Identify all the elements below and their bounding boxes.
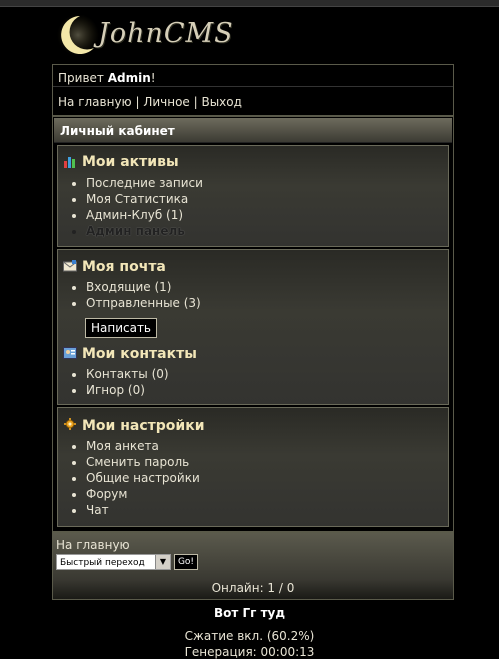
greeting: Привет Admin! xyxy=(58,71,156,85)
nav-exit-link[interactable]: Выход xyxy=(201,95,241,109)
greeting-panel: Привет Admin! На главную | Личное | Выхо… xyxy=(52,64,454,116)
settings-title: Мои настройки xyxy=(82,418,205,434)
nav-separator: | xyxy=(131,95,144,109)
cabinet-title: Личный кабинет xyxy=(60,124,175,138)
gear-icon xyxy=(64,418,76,430)
top-bar xyxy=(0,0,499,7)
logo-text: JohnCMS xyxy=(98,18,234,49)
username[interactable]: Admin xyxy=(108,71,151,85)
contacts-title: Мои контакты xyxy=(82,346,197,362)
moon-icon xyxy=(57,14,99,56)
settings-block: Мои настройки Моя анкета Сменить пароль … xyxy=(57,407,449,527)
go-button[interactable]: Go! xyxy=(174,554,198,570)
nav-personal-link[interactable]: Личное xyxy=(143,95,189,109)
mail-title: Моя почта xyxy=(82,259,166,275)
mail-block: Моя почта Входящие (1) Отправленные (3) … xyxy=(57,249,449,405)
contacts-icon xyxy=(63,347,77,359)
assets-item-adminclub[interactable]: Админ-Клуб (1) xyxy=(86,207,203,223)
compression-status: Сжатие вкл. (60.2%) xyxy=(184,629,315,643)
site-logo[interactable]: JohnCMS xyxy=(56,10,246,60)
contacts-item-contacts[interactable]: Контакты (0) xyxy=(86,366,169,382)
footer-panel: На главную Быстрый переход ▼ Go! Онлайн:… xyxy=(52,532,454,600)
top-nav: На главную | Личное | Выход xyxy=(58,95,242,109)
greeting-prefix: Привет xyxy=(58,71,108,85)
nav-home-link[interactable]: На главную xyxy=(58,95,132,109)
assets-item-adminpanel[interactable]: Админ панель xyxy=(86,223,203,239)
footer-home-link[interactable]: На главную xyxy=(56,538,130,552)
mail-list: Входящие (1) Отправленные (3) xyxy=(70,279,201,311)
quick-jump-select[interactable]: Быстрый переход ▼ xyxy=(56,554,171,570)
bar-chart-icon xyxy=(64,157,75,168)
contacts-item-ignore[interactable]: Игнор (0) xyxy=(86,382,169,398)
online-counter[interactable]: Онлайн: 1 / 0 xyxy=(53,581,453,595)
settings-item-forum[interactable]: Форум xyxy=(86,486,200,502)
greeting-suffix: ! xyxy=(150,71,156,85)
assets-title: Мои активы xyxy=(82,154,179,170)
assets-block: Мои активы Последние записи Моя Статисти… xyxy=(57,145,449,247)
settings-item-profile[interactable]: Моя анкета xyxy=(86,438,200,454)
settings-item-password[interactable]: Сменить пароль xyxy=(86,454,200,470)
assets-item-stats[interactable]: Моя Статистика xyxy=(86,191,203,207)
write-button[interactable]: Написать xyxy=(85,318,157,338)
contacts-list: Контакты (0) Игнор (0) xyxy=(70,366,169,398)
settings-item-general[interactable]: Общие настройки xyxy=(86,470,200,486)
settings-list: Моя анкета Сменить пароль Общие настройк… xyxy=(70,438,200,518)
nav-separator: | xyxy=(189,95,202,109)
chevron-down-icon[interactable]: ▼ xyxy=(155,555,170,569)
divider xyxy=(53,86,453,87)
mail-item-sent[interactable]: Отправленные (3) xyxy=(86,295,201,311)
settings-item-chat[interactable]: Чат xyxy=(86,502,200,518)
assets-item-recent[interactable]: Последние записи xyxy=(86,175,203,191)
cabinet-header: Личный кабинет xyxy=(54,118,452,143)
generation-time: Генерация: 00:00:13 xyxy=(184,645,315,659)
mail-icon xyxy=(63,260,77,272)
mail-item-inbox[interactable]: Входящие (1) xyxy=(86,279,201,295)
assets-list: Последние записи Моя Статистика Админ-Кл… xyxy=(70,175,203,239)
personal-cabinet: Личный кабинет Мои активы Последние запи… xyxy=(52,116,454,532)
page-footer-title: Вот Гг туд xyxy=(213,606,286,620)
quick-jump-value: Быстрый переход xyxy=(60,558,145,568)
